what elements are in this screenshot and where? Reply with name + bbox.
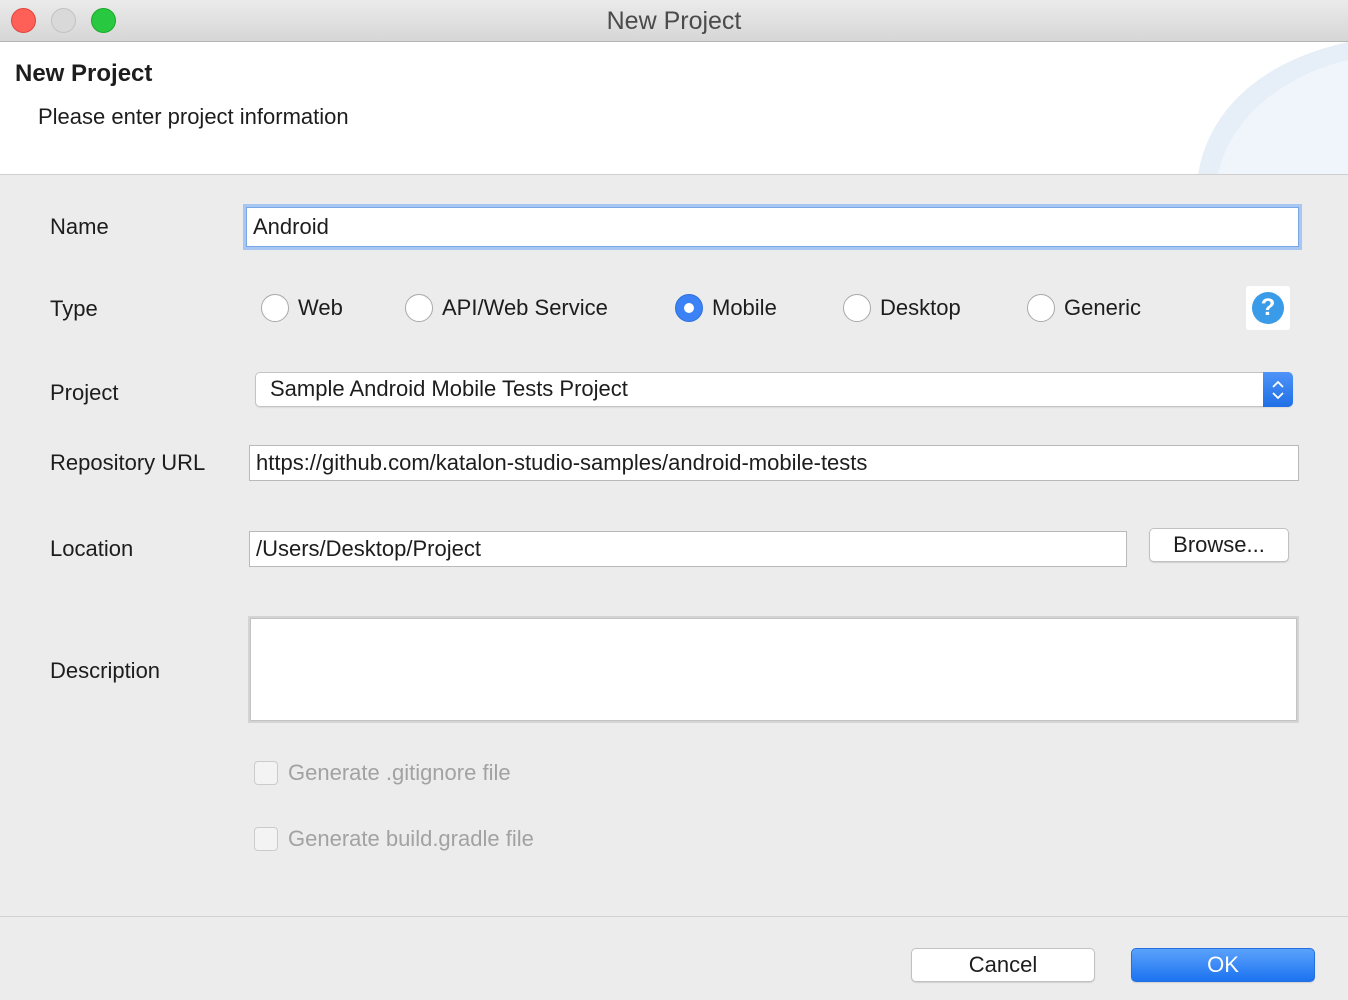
dialog-subtitle: Please enter project information [38,104,349,129]
footer-divider [0,916,1348,917]
repository-url-input[interactable] [249,445,1299,481]
location-label: Location [50,536,134,561]
banner-decoration [1198,42,1348,174]
generate-build-gradle-checkbox[interactable] [254,827,278,851]
type-radio-web[interactable]: Web [261,292,343,324]
radio-button-selected[interactable] [675,294,703,322]
type-radio-mobile[interactable]: Mobile [675,292,777,324]
project-label: Project [50,380,119,405]
name-input[interactable] [246,207,1299,247]
generate-gitignore-label: Generate .gitignore file [288,760,511,785]
radio-button[interactable] [1027,294,1055,322]
ok-button[interactable]: OK [1131,948,1315,982]
location-input[interactable] [249,531,1127,567]
type-option-label: Web [298,295,343,320]
type-label: Type [50,296,98,321]
browse-button[interactable]: Browse... [1149,528,1289,562]
radio-button[interactable] [405,294,433,322]
type-radio-generic[interactable]: Generic [1027,292,1141,324]
select-arrows-icon[interactable] [1263,372,1293,407]
radio-button[interactable] [261,294,289,322]
project-select[interactable]: Sample Android Mobile Tests Project [255,372,1293,407]
type-option-label: Desktop [880,295,961,320]
generate-build-gradle-option[interactable]: Generate build.gradle file [254,826,534,852]
name-label: Name [50,214,109,239]
generate-gitignore-checkbox[interactable] [254,761,278,785]
project-select-value: Sample Android Mobile Tests Project [270,376,628,401]
dialog-title: New Project [15,60,153,87]
generate-build-gradle-label: Generate build.gradle file [288,826,534,851]
type-radio-api-web-service[interactable]: API/Web Service [405,292,608,324]
description-label: Description [50,658,161,683]
window-title: New Project [606,7,742,35]
help-button[interactable]: ? [1246,286,1290,330]
type-option-label: Mobile [712,295,777,320]
help-icon: ? [1252,292,1284,324]
generate-gitignore-option[interactable]: Generate .gitignore file [254,760,511,786]
description-textarea[interactable] [248,616,1299,723]
radio-button[interactable] [843,294,871,322]
type-radio-desktop[interactable]: Desktop [843,292,961,324]
type-option-label: Generic [1064,295,1142,320]
dialog-header: New Project Please enter project informa… [0,42,1348,175]
repository-url-label: Repository URL [50,450,206,475]
cancel-button[interactable]: Cancel [911,948,1095,982]
title-bar: New Project [0,0,1348,42]
type-option-label: API/Web Service [442,295,608,320]
